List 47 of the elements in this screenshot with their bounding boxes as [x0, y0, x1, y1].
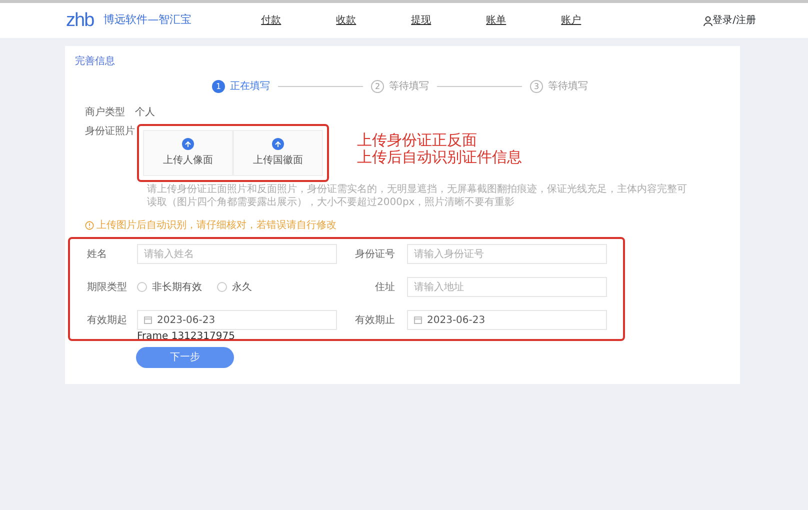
field-label: 住址	[374, 280, 395, 294]
upload-area[interactable]: 上传人像面	[143, 130, 233, 176]
upload-area[interactable]: 上传国徽面	[233, 130, 323, 176]
text-field[interactable]: 请输入姓名	[137, 244, 337, 264]
upload-label: 上传国徽面	[253, 154, 303, 168]
upload-icon	[272, 138, 284, 150]
step-label: 等待填写	[548, 80, 588, 94]
field-label: 身份证号	[354, 248, 395, 262]
info-icon	[85, 221, 94, 230]
login-link[interactable]: 登录/注册	[702, 13, 756, 28]
date-value: 2023-06-23	[157, 314, 216, 328]
annotation-text: 上传身份证正反面	[357, 132, 478, 150]
step-label: 等待填写	[389, 80, 429, 94]
upload-icon	[182, 138, 194, 150]
nav-link[interactable]: 收款	[308, 13, 384, 28]
date-value: 2023-06-23	[427, 314, 486, 328]
step-number: 1	[212, 80, 225, 93]
nav-link[interactable]: 账单	[458, 13, 534, 28]
upload-label: 上传人像面	[163, 154, 213, 168]
step-number: 2	[371, 80, 384, 93]
field-label: 期限类型	[87, 280, 128, 294]
warning-text: 上传图片后自动识别，请仔细核对，若错误请自行修改	[96, 218, 336, 233]
field-label: 有效期止	[354, 314, 395, 328]
text-field[interactable]: 请输入身份证号	[407, 244, 607, 264]
brand-name: 博远软件—智汇宝	[104, 12, 192, 28]
logo[interactable]: zhb	[66, 11, 94, 30]
page-title: 完善信息	[75, 54, 116, 69]
field-label: 有效期起	[87, 314, 128, 328]
calendar-icon	[144, 316, 152, 324]
date-field[interactable]: 2023-06-23	[137, 310, 337, 330]
calendar-icon	[414, 316, 422, 324]
field-label: 身份证照片	[85, 124, 135, 139]
field-label: 商户类型	[85, 106, 126, 120]
hint-text: 请上传身份证正面照片和反面照片，身份证需实名的，无明显遮挡，无屏幕截图翻拍痕迹，保证光线充足，主体内容完整可读取（图片四个角都需要露出展示），大小不要超过2000px，照片清晰不要有重影	[147, 184, 687, 209]
annotation-text: 上传后自动识别证件信息	[357, 149, 522, 166]
step-number: 3	[530, 80, 543, 93]
step-label: 正在填写	[230, 80, 270, 94]
radio-option[interactable]: 非长期有效	[137, 280, 202, 294]
radio-option[interactable]: 永久	[217, 280, 252, 294]
field-value: 个人	[135, 106, 155, 120]
nav-link[interactable]: 付款	[234, 13, 309, 28]
field-label: 姓名	[87, 248, 108, 262]
text-field[interactable]: 请输入地址	[407, 277, 607, 297]
user-icon	[702, 16, 713, 26]
nav-link[interactable]: 提现	[384, 13, 459, 28]
nav-link[interactable]: 账户	[534, 13, 609, 28]
date-field[interactable]: 2023-06-23	[407, 310, 607, 330]
